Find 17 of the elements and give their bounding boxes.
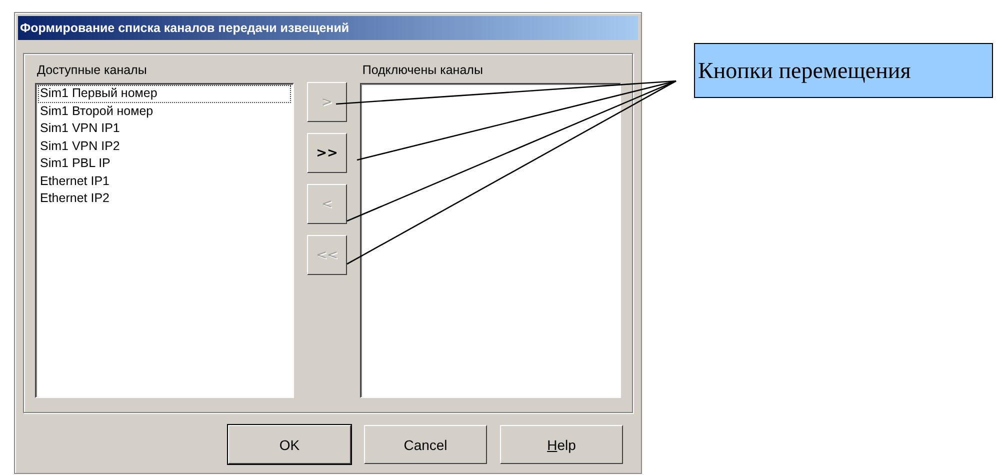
list-item[interactable]: Sim1 Второй номер — [38, 102, 291, 120]
connected-list[interactable] — [360, 83, 621, 398]
list-item[interactable]: Sim1 Первый номер — [38, 85, 291, 102]
move-button[interactable]: >> — [307, 133, 347, 173]
list-item[interactable]: Ethernet IP1 — [38, 172, 291, 190]
list-item[interactable]: Sim1 PBL IP — [38, 155, 291, 172]
list-item[interactable]: Sim1 VPN IP2 — [38, 138, 291, 155]
list-item[interactable]: Sim1 VPN IP1 — [38, 120, 291, 138]
list-item[interactable]: Ethernet IP2 — [38, 190, 291, 208]
callout-box: Кнопки перемещения — [694, 43, 993, 98]
list-label: Подключены каналы — [362, 63, 484, 79]
dialog-button[interactable]: OK — [228, 425, 351, 464]
available-list[interactable]: Sim1 Первый номер Sim1 Второй номер Sim1 VPN IP1 Sim1 VPN IP2 Sim1 PBL IP Ethernet IP1 Ethernet IP2 — [35, 83, 294, 398]
window-title: Формирование списка каналов передачи извещений — [20, 21, 350, 35]
dialog-button[interactable]: Cancel — [364, 425, 487, 464]
list-label: Доступные каналы — [37, 63, 148, 79]
dialog-button[interactable]: Help — [500, 425, 623, 464]
